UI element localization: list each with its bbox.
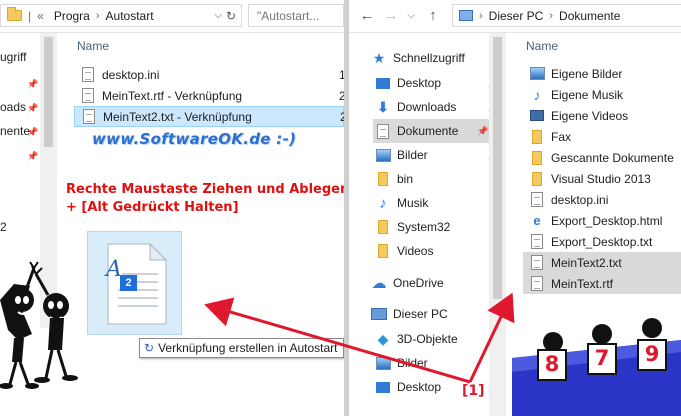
score-card-1: 8 <box>544 352 560 376</box>
score-card-2: 7 <box>594 346 610 370</box>
annotation-overlay <box>0 261 681 416</box>
annotation-marker: [1] <box>462 383 485 399</box>
drag-arrow-to-autostart <box>204 297 471 384</box>
cheering-figures-illustration <box>0 261 78 389</box>
score-card-3: 9 <box>644 342 660 366</box>
drag-arrow-from-documents <box>468 292 515 383</box>
